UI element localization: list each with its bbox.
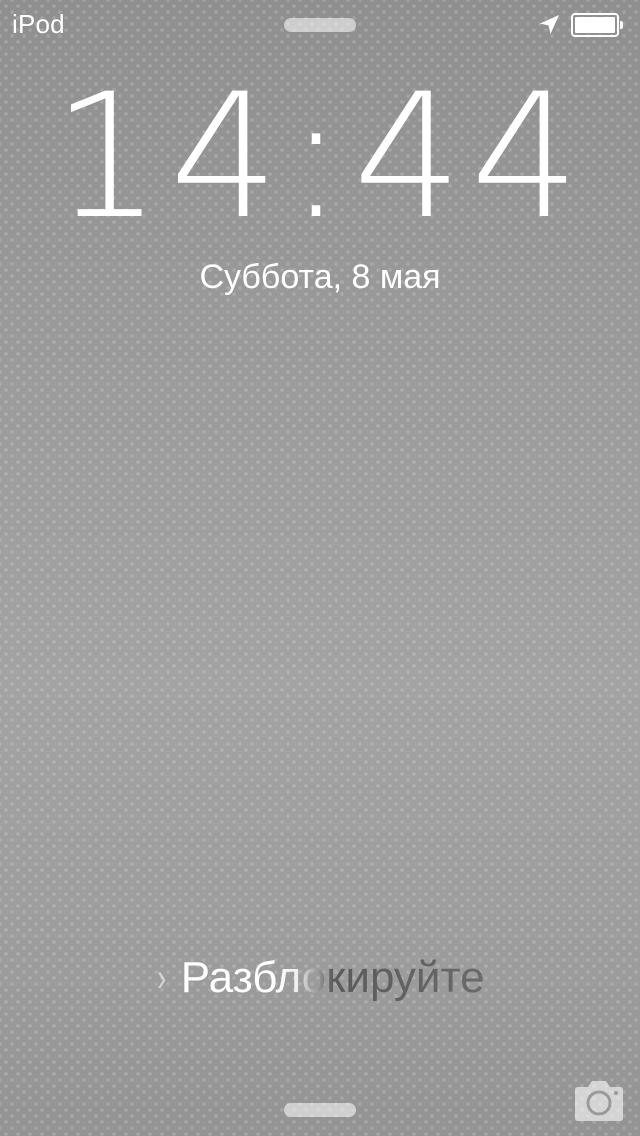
battery-body [571, 13, 619, 37]
notification-center-grabber[interactable] [284, 18, 356, 32]
battery-fill [575, 17, 615, 33]
lock-screen-time: 14:44 [52, 56, 588, 257]
lock-screen-date: Суббота, 8 мая [199, 258, 441, 296]
battery-tip [620, 21, 623, 29]
status-bar: iPod [0, 0, 640, 50]
slide-to-unlock[interactable]: › Разблокируйте [0, 946, 640, 1010]
chevron-right-icon: › [157, 955, 167, 1000]
unlock-label: Разблокируйте [181, 946, 485, 1010]
camera-icon[interactable] [571, 1078, 627, 1124]
battery-icon [571, 13, 623, 37]
carrier-label: iPod [12, 9, 65, 39]
location-arrow-icon [540, 15, 559, 34]
control-center-grabber[interactable] [284, 1103, 356, 1117]
